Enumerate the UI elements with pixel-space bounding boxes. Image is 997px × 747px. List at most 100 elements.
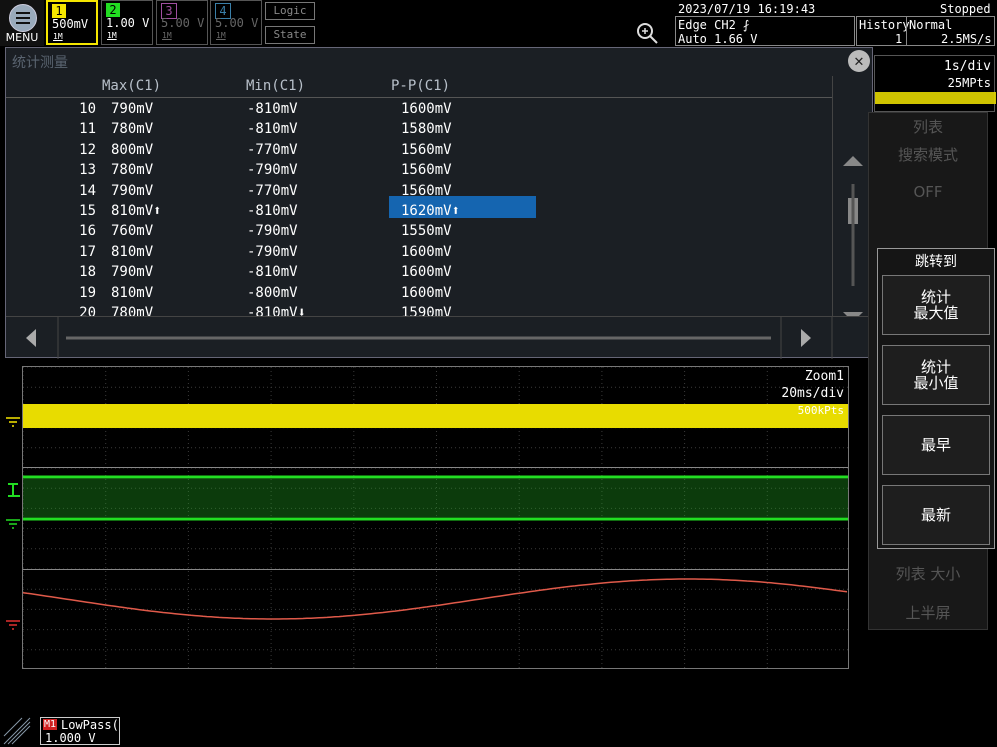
statistics-title: 统计测量 (12, 55, 68, 71)
table-row[interactable]: 17 810mV -790mV 1600mV (6, 243, 832, 263)
math-function: LowPass(C (61, 718, 119, 732)
channel-1-ground-icon (6, 417, 20, 427)
row-index: 19 (79, 284, 96, 301)
math-ground-icon (6, 620, 20, 630)
row-max: 760mV (111, 223, 154, 240)
channel-2-button[interactable]: 2 1.00 V 1M (101, 0, 153, 45)
table-row[interactable]: 10 790mV -810mV 1600mV (6, 100, 832, 120)
row-pp: 1550mV (401, 223, 452, 240)
channel-1-impedance: 1M (53, 32, 63, 41)
statistics-header: Max(C1) Min(C1) P-P(C1) (6, 76, 832, 98)
row-pp: 1560mV (401, 162, 452, 179)
logic-button[interactable]: Logic (265, 2, 315, 20)
column-max: Max(C1) (102, 78, 162, 94)
row-max: 790mV (111, 264, 154, 281)
jump-to-title: 跳转到 (915, 254, 957, 270)
row-index: 11 (79, 121, 96, 138)
sample-rate: 2.5MS/s (941, 32, 992, 46)
row-pp: 1560mV (401, 141, 452, 158)
channel-4-scale: 5.00 V (215, 16, 259, 30)
table-row[interactable]: 13 780mV -790mV 1560mV (6, 161, 832, 181)
vertical-scrollbar[interactable] (832, 76, 873, 322)
row-max: 810mV (111, 243, 154, 260)
main-waveform-area: 1s/div 25MPts (874, 55, 996, 112)
row-pp: 1600mV (401, 284, 452, 301)
channel-1-scale: 500mV (52, 17, 89, 31)
row-index: 17 (79, 243, 96, 260)
jump-earliest-button[interactable]: 最早 (882, 415, 990, 475)
history-info[interactable]: History 1 (856, 16, 910, 46)
record-length: 25MPts (947, 76, 991, 90)
table-row[interactable]: 11 780mV -810mV 1580mV (6, 120, 832, 140)
table-row[interactable]: 15 810mV⬆ -810mV 1620mV⬆ (6, 202, 832, 222)
column-min: Min(C1) (246, 78, 306, 94)
close-icon[interactable]: ✕ (848, 50, 870, 72)
channel-1-number: 1 (52, 4, 66, 18)
row-min: -810mV (247, 121, 298, 138)
zoom-waveform-area[interactable]: Zoom1 20ms/div 500kPts (22, 366, 849, 669)
main-channel-1-trace (875, 92, 996, 104)
row-max: 790mV (111, 182, 154, 199)
row-max: 810mV⬆ (111, 203, 162, 219)
row-min: -810mV (247, 101, 298, 117)
row-pp: 1560mV (401, 182, 452, 199)
menu-upper-half[interactable]: 上半屏 (869, 602, 987, 623)
math-channel-button[interactable]: M1 LowPass(C 1.000 V (40, 717, 120, 745)
channel-3-impedance: 1M (162, 31, 172, 40)
row-index: 18 (79, 264, 96, 281)
row-index: 14 (79, 182, 96, 199)
timebase-div: 1s/div (944, 59, 991, 74)
menu-search-off[interactable]: OFF (869, 183, 987, 201)
table-row[interactable]: 12 800mV -770mV 1560mV (6, 141, 832, 161)
zoom-icon[interactable] (634, 20, 660, 46)
channel-3-button[interactable]: 3 5.00 V 1M (156, 0, 208, 45)
channel-1-button[interactable]: 1 500mV 1M (46, 0, 98, 45)
trigger-info[interactable]: Edge CH2 ⨏ Auto 1.66 V (675, 16, 855, 46)
row-pp: 1600mV (401, 264, 452, 281)
row-pp: 1620mV⬆ (401, 203, 461, 219)
table-row[interactable]: 14 790mV -770mV 1560mV (6, 182, 832, 202)
row-index: 12 (79, 141, 96, 158)
row-index: 15 (79, 203, 96, 219)
row-pp: 1600mV (401, 243, 452, 260)
menu-button[interactable]: MENU (0, 0, 44, 46)
row-max: 800mV (111, 141, 154, 158)
jump-stat-min-button[interactable]: 统计 最小值 (882, 345, 990, 405)
measure-tool-icon[interactable] (2, 716, 32, 746)
row-max: 780mV (111, 162, 154, 179)
menu-list-size[interactable]: 列表 大小 (869, 563, 987, 584)
scroll-left-icon (26, 329, 36, 347)
channel-2-impedance: 1M (107, 31, 117, 40)
scroll-right-icon (801, 329, 811, 347)
row-index: 13 (79, 162, 96, 179)
state-button[interactable]: State (265, 26, 315, 44)
menu-list[interactable]: 列表 (869, 116, 987, 137)
jump-stat-max-button[interactable]: 统计 最大值 (882, 275, 990, 335)
acquisition-info[interactable]: Normal 2.5MS/s (906, 16, 995, 46)
math-scale: 1.000 V (45, 731, 96, 745)
channel-4-impedance: 1M (216, 31, 226, 40)
jump-latest-button[interactable]: 最新 (882, 485, 990, 545)
channel-markers (6, 417, 20, 630)
channel-4-button[interactable]: 4 5.00 V 1M (210, 0, 262, 45)
row-max: 810mV (111, 284, 154, 301)
channel-2-scale: 1.00 V (106, 16, 150, 30)
math-tag: M1 (43, 719, 58, 730)
run-status: Stopped (940, 2, 991, 16)
column-pp: P-P(C1) (391, 78, 451, 94)
statistics-panel: 统计测量 ✕ Max(C1) Min(C1) P-P(C1) 10 790mV -8… (5, 47, 873, 359)
trigger-level: Auto 1.66 V (678, 32, 758, 46)
channel-2-number: 2 (106, 3, 120, 17)
row-index: 16 (79, 223, 96, 240)
row-min: -770mV (247, 141, 298, 158)
table-row[interactable]: 19 810mV -800mV 1600mV (6, 284, 832, 304)
menu-search-mode[interactable]: 搜索模式 (869, 144, 987, 165)
datetime: 2023/07/19 16:19:43 (678, 2, 816, 16)
horizontal-scrollbar[interactable] (6, 316, 872, 359)
history-label: History (859, 18, 910, 32)
table-row[interactable]: 18 790mV -810mV 1600mV (6, 263, 832, 283)
row-max: 790mV (111, 101, 154, 117)
row-pp: 1580mV (401, 121, 452, 138)
trigger-level-icon (8, 483, 20, 497)
table-row[interactable]: 16 760mV -790mV 1550mV (6, 222, 832, 242)
